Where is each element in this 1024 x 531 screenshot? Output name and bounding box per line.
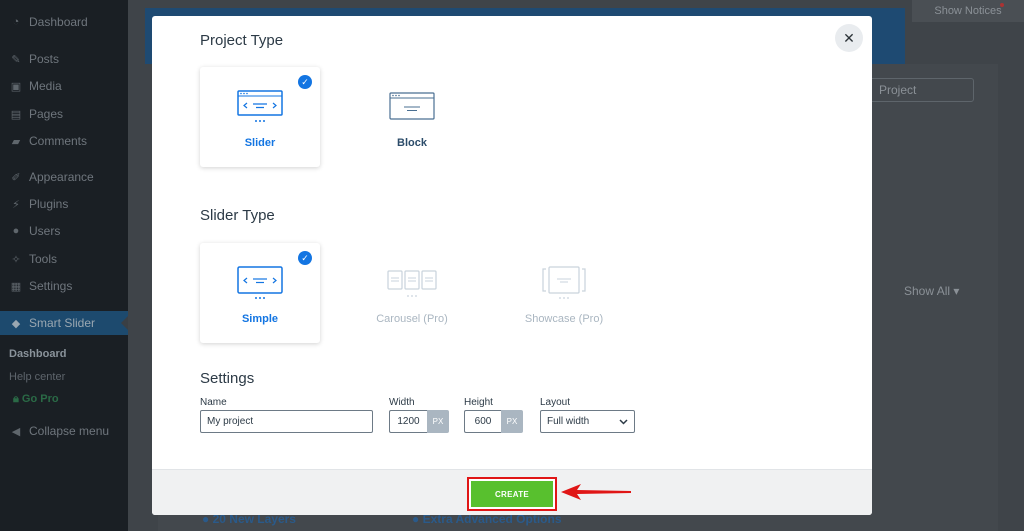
- new-project-label: Project: [879, 83, 917, 97]
- mortarboard-icon: ◆: [11, 317, 21, 330]
- sidebar-item-pages[interactable]: ▤ Pages: [0, 102, 128, 126]
- sidebar-item-label: Users: [29, 224, 61, 238]
- width-input[interactable]: 1200: [389, 410, 427, 433]
- plugin-icon: ⚡: [12, 198, 20, 211]
- sidebar-item-dashboard[interactable]: ◔ Dashboard: [0, 10, 128, 34]
- settings-title: Settings: [200, 370, 255, 387]
- wrench-icon: ✧: [11, 253, 21, 266]
- sidebar-item-label: Posts: [29, 52, 60, 66]
- media-icon: ▣: [10, 80, 22, 93]
- sidebar-item-label: Pages: [29, 107, 64, 121]
- sidebar-item-label: Tools: [29, 252, 58, 266]
- notice-dot-icon: [1000, 3, 1004, 7]
- sidebar-item-label: Appearance: [29, 170, 94, 184]
- settings-icon: ▦: [10, 280, 22, 293]
- tile-label: Block: [397, 137, 427, 149]
- width-label: Width: [389, 397, 415, 408]
- pointer-arrow-icon: [561, 484, 631, 500]
- tile-label: Carousel (Pro): [376, 313, 448, 325]
- width-unit: PX: [427, 410, 449, 433]
- create-button[interactable]: CREATE: [471, 481, 553, 507]
- sidebar-item-media[interactable]: ▣ Media: [0, 74, 128, 98]
- sidebar-item-label: Settings: [29, 279, 73, 293]
- submenu-help-center[interactable]: Help center: [9, 371, 65, 383]
- sidebar-item-comments[interactable]: ▰ Comments: [0, 129, 128, 153]
- sidebar-item-posts[interactable]: ✎ Posts: [0, 47, 128, 71]
- height-field: 600 PX: [464, 410, 523, 433]
- sidebar-item-tools[interactable]: ✧ Tools: [0, 247, 128, 271]
- create-button-highlight: CREATE: [467, 477, 557, 511]
- comment-icon: ▰: [11, 135, 21, 148]
- check-icon: ✓: [298, 251, 312, 265]
- tile-label: Slider: [244, 137, 276, 149]
- height-input[interactable]: 600: [464, 410, 501, 433]
- sidebar-item-smart-slider[interactable]: ◆ Smart Slider: [0, 311, 128, 335]
- height-label: Height: [464, 397, 493, 408]
- pages-icon: ▤: [10, 108, 22, 121]
- close-button[interactable]: ✕: [835, 24, 863, 52]
- dashboard-icon: ◔: [12, 16, 20, 28]
- show-all-filter[interactable]: Show All ▾: [904, 284, 959, 298]
- collapse-icon: ◀: [11, 425, 21, 438]
- active-indicator: [121, 316, 128, 330]
- modal-footer: CREATE: [152, 469, 872, 515]
- carousel-icon: [387, 270, 437, 297]
- width-field: 1200 PX: [389, 410, 449, 433]
- tile-label: Showcase (Pro): [524, 313, 604, 325]
- block-icon: [389, 92, 435, 120]
- name-input[interactable]: My project: [200, 410, 373, 433]
- sidebar-item-users[interactable]: ● Users: [0, 219, 128, 243]
- slider-icon: [237, 90, 283, 122]
- sidebar-item-settings[interactable]: ▦ Settings: [0, 274, 128, 298]
- check-icon: ✓: [298, 75, 312, 89]
- layout-select[interactable]: Full width: [540, 410, 635, 433]
- sidebar-item-label: Dashboard: [29, 15, 88, 29]
- slider-type-carousel[interactable]: Carousel (Pro): [352, 243, 472, 343]
- layout-select-value: Full width: [547, 416, 590, 427]
- show-notices-label: Show Notices: [934, 5, 1002, 17]
- sidebar-item-appearance[interactable]: ✐ Appearance: [0, 165, 128, 189]
- slider-type-title: Slider Type: [200, 207, 275, 224]
- tile-label: Simple: [241, 313, 279, 325]
- close-icon: ✕: [843, 29, 855, 46]
- admin-sidebar: ◔ Dashboard ✎ Posts ▣ Media ▤ Pages ▰ Co…: [0, 0, 128, 531]
- layout-label: Layout: [540, 397, 571, 408]
- sidebar-item-label: Plugins: [29, 197, 69, 211]
- submenu-dashboard[interactable]: Dashboard: [9, 348, 66, 360]
- slider-type-simple[interactable]: ✓ Simple: [200, 243, 320, 343]
- collapse-menu-label: Collapse menu: [29, 424, 110, 438]
- height-unit: PX: [501, 410, 523, 433]
- sidebar-item-label: Smart Slider: [29, 316, 96, 330]
- project-type-block[interactable]: Block: [352, 67, 472, 167]
- submenu-go-pro[interactable]: 🔒︎ Go Pro: [13, 393, 59, 406]
- brush-icon: ✐: [11, 171, 21, 184]
- user-icon: ●: [12, 225, 20, 237]
- slider-type-showcase[interactable]: Showcase (Pro): [504, 243, 624, 343]
- sidebar-item-label: Comments: [29, 134, 88, 148]
- show-notices-button[interactable]: Show Notices: [912, 0, 1024, 22]
- project-type-title: Project Type: [200, 32, 284, 49]
- lock-icon: 🔒︎: [13, 393, 19, 405]
- project-type-slider[interactable]: ✓ Slider: [200, 67, 320, 167]
- simple-slider-icon: [237, 266, 283, 299]
- sidebar-item-plugins[interactable]: ⚡ Plugins: [0, 192, 128, 216]
- name-label: Name: [200, 397, 227, 408]
- pin-icon: ✎: [11, 53, 21, 66]
- new-project-button[interactable]: Project: [868, 78, 974, 102]
- showcase-icon: [542, 266, 586, 299]
- create-project-modal: ✕ Project Type ✓ Slider Block Slider Typ…: [152, 16, 872, 515]
- sidebar-item-label: Media: [29, 79, 62, 93]
- collapse-menu-button[interactable]: ◀ Collapse menu: [0, 419, 128, 443]
- chevron-down-icon: [619, 418, 628, 425]
